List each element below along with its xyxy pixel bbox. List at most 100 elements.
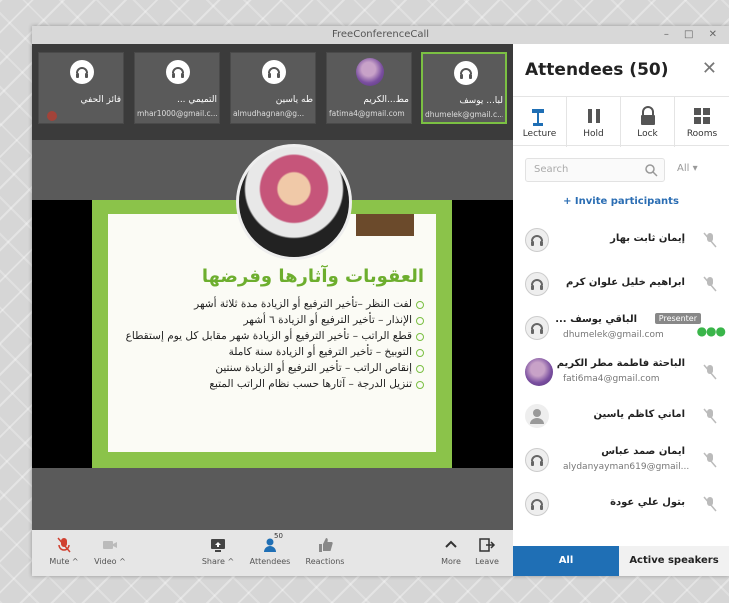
slide-title: العقوبات وآثارها وفرضها [201,266,424,287]
close-icon[interactable]: ✕ [702,58,717,79]
window-controls[interactable]: – □ ✕ [664,26,723,44]
leave-button[interactable]: Leave [472,536,502,566]
avatar [356,58,384,86]
exit-icon [479,538,496,552]
participant-tile[interactable]: مط...الكريم fatima4@gmail.com [326,52,412,124]
attendee-row-presenter[interactable]: الباقي يوسف ... Presenter dhumelek@gmail… [513,306,729,350]
muted-mic-icon [47,111,57,121]
rooms-label: Rooms [686,129,718,139]
participant-email: almudhagnan@g... [233,109,305,118]
attendees-label: Attendees [249,557,291,566]
attendee-row[interactable]: اماني كاظم ياسين [513,394,729,438]
leave-label: Leave [475,557,499,566]
conference-window: FreeConferenceCall – □ ✕ فائز الحفي ... … [32,26,729,576]
headphones-icon [525,272,549,296]
participant-tile-active[interactable]: لبا... يوسف dhumelek@gmail.c... [421,52,507,124]
presenter-photo [236,144,352,260]
attendee-row[interactable]: الباحثة فاطمة مطر الكريم fati6ma4@gmail.… [513,350,729,394]
search-placeholder: Search [534,164,569,175]
attendee-row[interactable]: بتول علي عودة [513,482,729,526]
tab-active-speakers[interactable]: Active speakers [619,546,729,576]
avatar [525,358,553,386]
rooms-button[interactable]: Rooms [675,97,729,147]
panel-tools: Lecture Hold Lock Rooms [513,96,729,147]
reactions-button[interactable]: Reactions [300,536,350,566]
speaking-indicator-icon: ●●● [696,324,726,338]
attendee-email: alydanyayman619@gmail... [563,462,690,472]
mute-button[interactable]: Mute ^ [44,536,84,566]
chevron-up-icon [445,540,457,548]
lecture-icon [532,109,544,126]
user-icon [525,404,549,428]
reactions-label: Reactions [305,557,345,566]
bullet-item: التوبيخ – تأخير الترفيع أو الزيادة سنة ك… [124,344,424,360]
attendee-email: dhumelek@gmail.com [563,330,664,340]
filter-dropdown[interactable]: All ▾ [677,163,698,174]
muted-mic-icon [703,452,717,468]
window-title: FreeConferenceCall [331,29,430,40]
attendee-name: ايمان صمد عباس [601,446,685,457]
search-input[interactable]: Search [525,158,665,182]
mute-label: Mute ^ [49,557,79,566]
headphones-icon [70,60,94,84]
participant-name: لبا... يوسف [459,96,503,106]
bullet-item: لفت النظر –تأخير الترفيع أو الزيادة مدة … [124,296,424,312]
muted-mic-icon [57,537,71,553]
participant-thumbnails: فائز الحفي ... التميمي mhar1000@gmail.c.… [32,44,513,140]
hold-button[interactable]: Hold [567,97,621,147]
attendee-name: إيمان ثابت بهار [610,233,685,244]
tab-all[interactable]: All [513,546,619,576]
video-button[interactable]: Video ^ [88,536,132,566]
video-off-icon [103,541,117,549]
shared-screen: العقوبات وآثارها وفرضها لفت النظر –تأخير… [32,140,513,530]
thumbs-up-icon [319,538,333,552]
attendee-row[interactable]: ابراهيم خليل علوان كرم [513,262,729,306]
more-label: More [441,557,461,566]
attendees-count-badge: 50 [274,532,283,540]
invite-participants-link[interactable]: + Invite participants [513,196,729,207]
participant-tile[interactable]: ... التميمي mhar1000@gmail.c... [134,52,220,124]
headphones-icon [525,228,549,252]
muted-mic-icon [703,408,717,424]
attendee-name: اماني كاظم ياسين [593,409,685,420]
attendees-button[interactable]: 50 Attendees [246,532,294,566]
participant-name: فائز الحفي [80,95,121,105]
participant-name: ... التميمي [176,95,217,105]
attendee-name: الباحثة فاطمة مطر الكريم [556,358,685,369]
pause-icon [588,109,600,123]
bullet-item: الإنذار – تأخير الترفيع أو الزيادة ٦ أشه… [124,312,424,328]
share-label: Share ^ [201,557,235,566]
lock-button[interactable]: Lock [621,97,675,147]
participant-name: مط...الكريم [363,95,409,105]
participant-name: طه ياسين [275,95,313,105]
attendee-email: fati6ma4@gmail.com [563,374,660,384]
more-button[interactable]: More [436,536,466,566]
muted-mic-icon [703,496,717,512]
lock-label: Lock [637,129,658,139]
muted-mic-icon [703,364,717,380]
video-label: Video ^ [94,557,126,566]
participant-tile[interactable]: طه ياسين almudhagnan@g... [230,52,316,124]
attendee-tabs: All Active speakers [513,546,729,576]
muted-mic-icon [703,232,717,248]
attendee-name: ابراهيم خليل علوان كرم [566,277,685,288]
slide-decoration [356,214,414,236]
attendee-row[interactable]: إيمان ثابت بهار [513,218,729,262]
participant-email: fatima4@gmail.com [329,109,405,118]
participant-tile[interactable]: فائز الحفي [38,52,124,124]
lock-icon [641,106,655,125]
attendee-row[interactable]: ايمان صمد عباس alydanyayman619@gmail... [513,438,729,482]
presenter-badge: Presenter [654,313,701,324]
participant-email: dhumelek@gmail.c... [425,110,503,119]
headphones-icon [525,492,549,516]
screen-share-icon [211,539,225,552]
bullet-item: تنزيل الدرجة – آثارها حسب نظام الراتب ال… [124,376,424,392]
lecture-label: Lecture [522,129,557,139]
attendee-name: بتول علي عودة [610,497,685,508]
lecture-button[interactable]: Lecture [513,97,567,147]
bullet-item: إنقاص الراتب – تأخير الترفيع أو الزيادة … [124,360,424,376]
muted-mic-icon [703,276,717,292]
headphones-icon [454,61,478,85]
share-button[interactable]: Share ^ [196,536,240,566]
headphones-icon [525,316,549,340]
